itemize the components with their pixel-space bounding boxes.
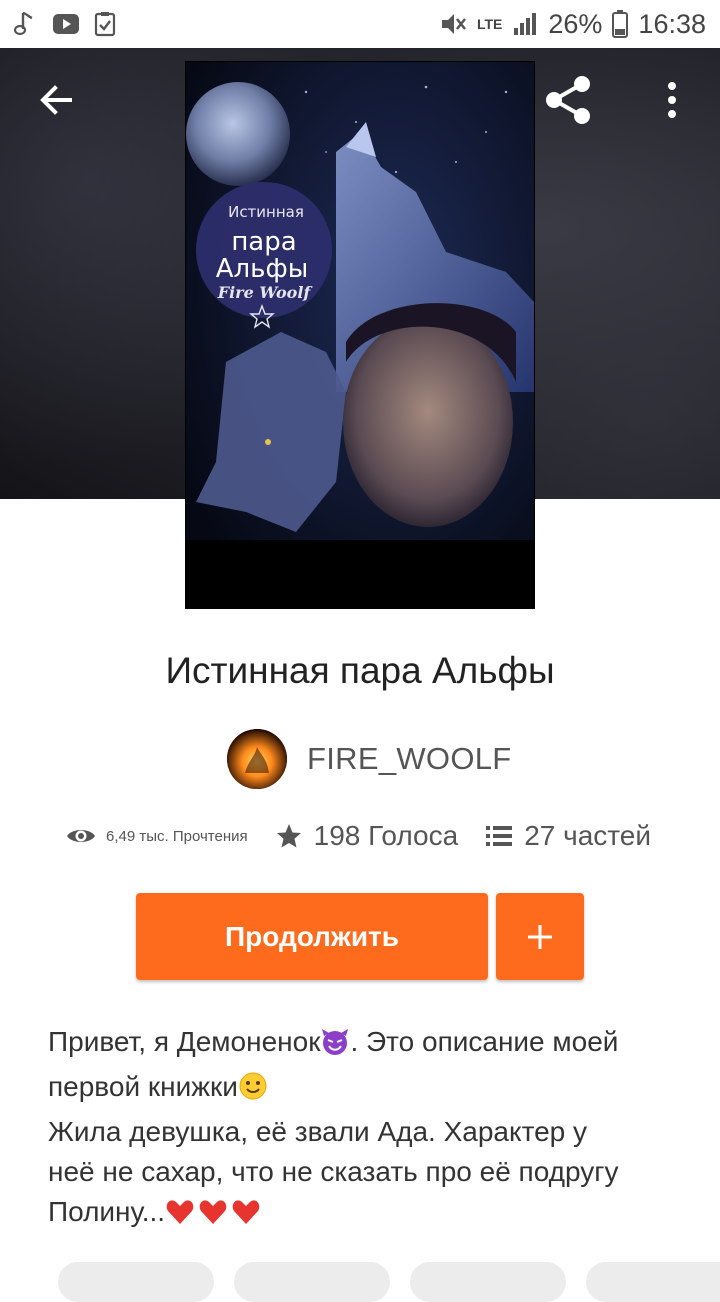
lte-indicator: LTE: [476, 15, 503, 32]
votes-stat: 198 Голоса: [276, 820, 459, 852]
desc-line-4: неё не сахар, что не сказать про её подр…: [48, 1156, 619, 1187]
votes-count: 198 Голоса: [313, 820, 459, 851]
tag-chips: [58, 1262, 720, 1302]
star-icon: [276, 823, 302, 849]
desc-line-5: Полину...: [48, 1192, 678, 1237]
add-to-library-button[interactable]: [496, 893, 584, 980]
mute-icon: [439, 11, 467, 37]
cover-title-line2: пара: [231, 227, 296, 257]
tag-chip[interactable]: [410, 1262, 566, 1302]
tag-chip[interactable]: [234, 1262, 390, 1302]
share-button[interactable]: [536, 70, 600, 134]
desc-line-3: Жила девушка, её звали Ада. Характер у: [48, 1116, 587, 1147]
author-row[interactable]: FIRE_WOOLF: [227, 729, 512, 789]
share-icon: [542, 74, 594, 131]
arrow-left-icon: [36, 80, 76, 125]
cover-art: Истинная пара Альфы Fire Woolf: [186, 62, 534, 608]
author-name[interactable]: FIRE_WOOLF: [307, 741, 512, 777]
cover-title-line1: Истинная: [228, 203, 304, 221]
parts-stat: 27 частей: [486, 820, 651, 852]
battery-icon: [612, 10, 629, 38]
signal-icon: [512, 12, 538, 36]
plus-icon: [526, 923, 554, 951]
clock: 16:38: [638, 8, 706, 39]
back-button[interactable]: [24, 70, 88, 134]
task-check-icon: [94, 11, 116, 37]
parts-count: 27 частей: [524, 820, 651, 851]
story-stats: 6,49 тыс. Прочтения 198 Голоса 27 частей: [66, 820, 666, 852]
smiling-face-emoji: [238, 1071, 268, 1112]
cover-title-line3: Альфы: [216, 254, 309, 284]
author-avatar[interactable]: [227, 729, 287, 789]
continue-reading-button[interactable]: Продолжить: [136, 893, 488, 980]
battery-percent: 26%: [548, 8, 603, 39]
cover-signature: Fire Woolf: [217, 283, 314, 302]
tag-chip[interactable]: [58, 1262, 214, 1302]
continue-label: Продолжить: [225, 920, 399, 952]
status-system: LTE 26% 16:38: [439, 9, 706, 40]
status-bar: LTE 26% 16:38: [0, 0, 720, 48]
more-options-button[interactable]: [640, 70, 704, 134]
story-description: Привет, я Демоненок. Это описание моей п…: [48, 1022, 678, 1237]
music-note-icon: [14, 11, 38, 37]
youtube-icon: [52, 13, 80, 35]
eye-icon: [66, 826, 96, 846]
reads-count: 6,49 тыс. Прочтения: [106, 827, 248, 845]
list-icon: [486, 825, 513, 847]
hearts-emoji: [165, 1197, 261, 1237]
more-vertical-icon: [666, 80, 678, 125]
tag-chip[interactable]: [586, 1262, 720, 1302]
desc-line-2: первой книжки: [48, 1067, 678, 1112]
book-cover[interactable]: Истинная пара Альфы Fire Woolf: [185, 61, 535, 609]
smiling-devil-emoji: [320, 1027, 350, 1067]
reads-stat: 6,49 тыс. Прочтения: [66, 826, 248, 846]
status-notifications: [14, 11, 116, 37]
story-title: Истинная пара Альфы: [165, 650, 555, 691]
desc-line-1: Привет, я Демоненок. Это описание моей: [48, 1022, 678, 1067]
